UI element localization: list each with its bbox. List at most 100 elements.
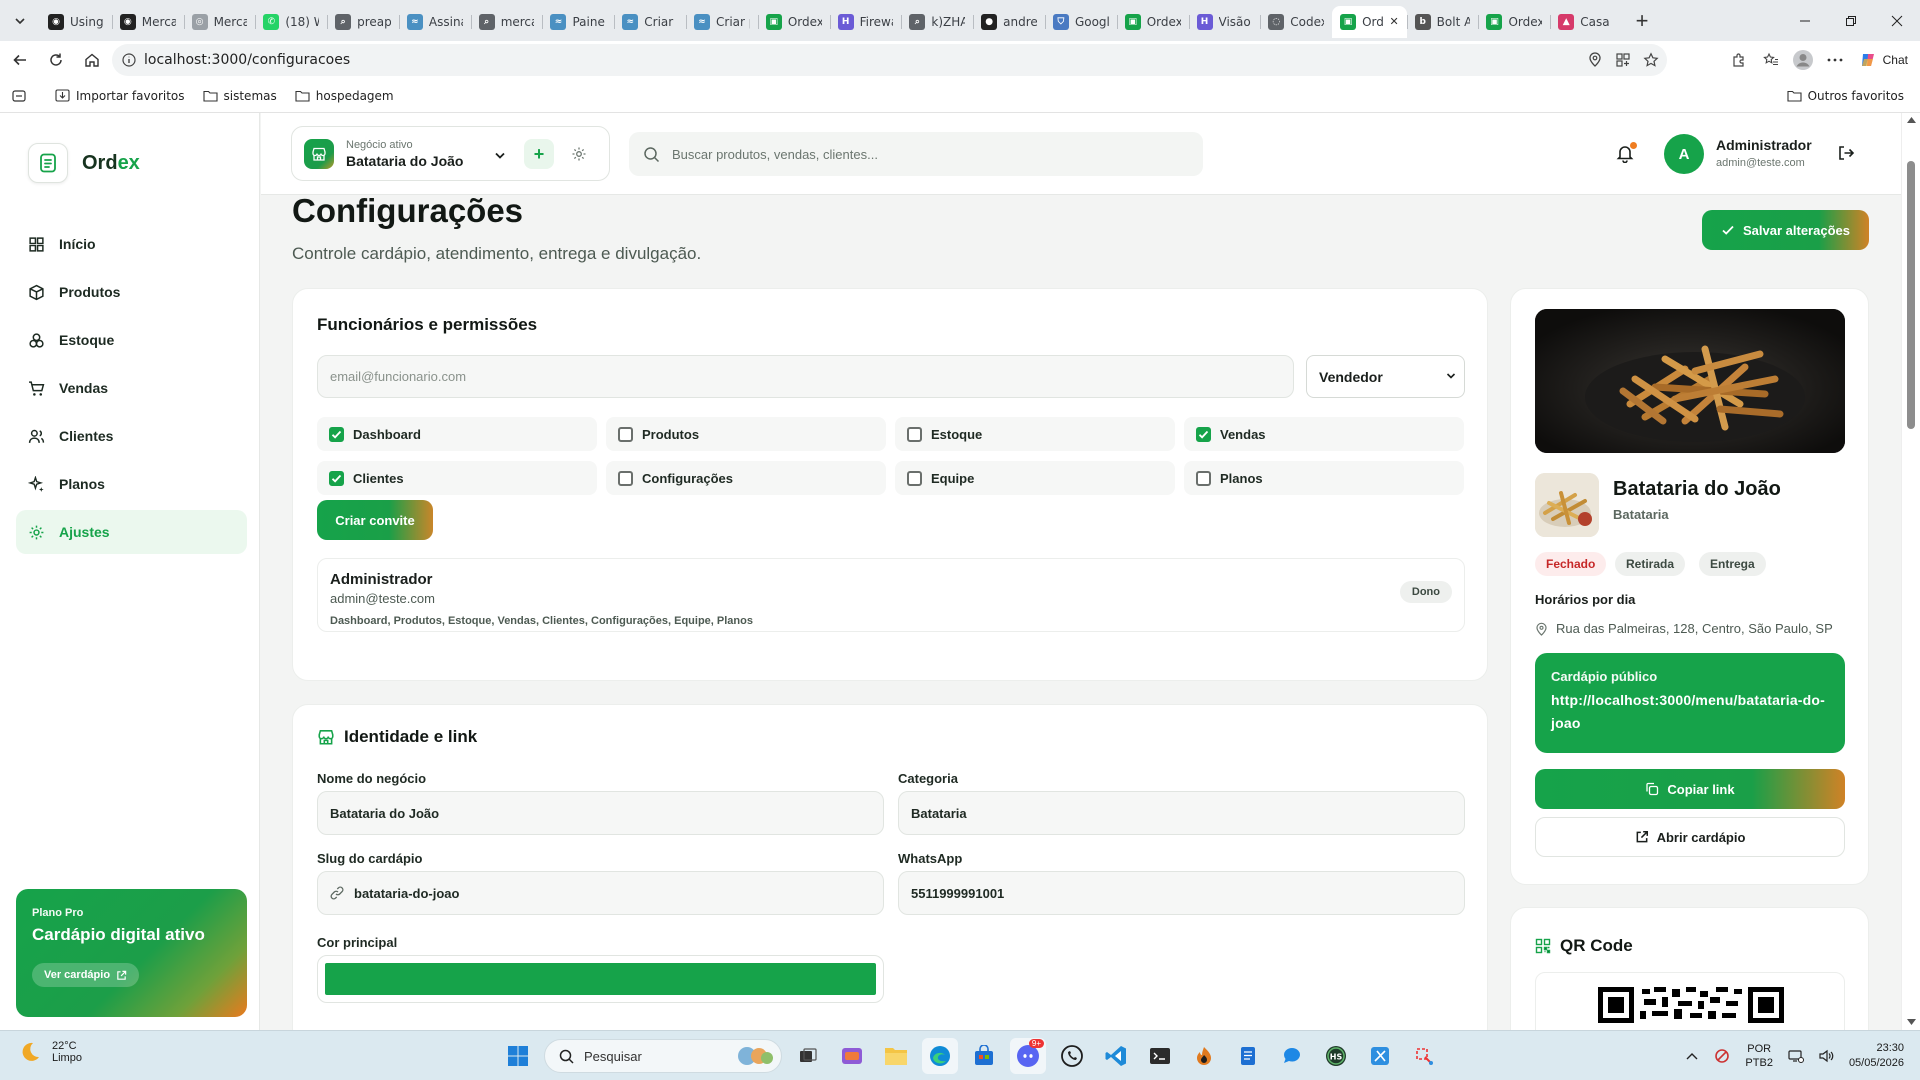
browser-tab[interactable]: ⌕ preapp bbox=[327, 6, 399, 38]
terminal-app[interactable] bbox=[1142, 1038, 1178, 1074]
home-button[interactable] bbox=[74, 44, 110, 76]
permission-checkbox[interactable]: Planos bbox=[1184, 461, 1464, 495]
edge-browser-app[interactable] bbox=[922, 1038, 958, 1074]
scroll-thumb[interactable] bbox=[1907, 161, 1915, 429]
permission-checkbox[interactable]: Configurações bbox=[606, 461, 886, 495]
favorite-item[interactable]: hospedagem bbox=[295, 89, 394, 103]
save-changes-button[interactable]: Salvar alterações bbox=[1702, 210, 1869, 250]
reload-button[interactable] bbox=[38, 44, 74, 76]
vscode-app[interactable] bbox=[1098, 1038, 1134, 1074]
task-view-button[interactable] bbox=[790, 1038, 826, 1074]
browser-tab[interactable]: ◉ Using C bbox=[40, 6, 112, 38]
checkbox-checked-icon[interactable] bbox=[329, 470, 344, 486]
browser-tab[interactable]: ≈ Criar pl bbox=[686, 6, 758, 38]
permission-checkbox[interactable]: Produtos bbox=[606, 417, 886, 451]
store-app[interactable] bbox=[966, 1038, 1002, 1074]
volume-control[interactable] bbox=[1811, 1049, 1841, 1063]
chat-bubble-app[interactable] bbox=[1274, 1038, 1310, 1074]
input-language[interactable]: POR PTB2 bbox=[1745, 1042, 1773, 1070]
app-shortcut-orange[interactable] bbox=[1186, 1038, 1222, 1074]
browser-tab[interactable]: ⌕ mercad bbox=[470, 6, 543, 38]
close-tab-icon[interactable]: ✕ bbox=[1389, 15, 1398, 28]
permission-checkbox[interactable]: Estoque bbox=[895, 417, 1175, 451]
scroll-up-arrow-icon[interactable] bbox=[1907, 117, 1916, 123]
sidebar-item-vendas[interactable]: Vendas bbox=[16, 366, 247, 410]
browser-tab[interactable]: ◉ Mercad bbox=[111, 6, 184, 38]
browser-tab[interactable]: ◎ Mercad bbox=[183, 6, 256, 38]
whatsapp-app[interactable] bbox=[1054, 1038, 1090, 1074]
browser-tab[interactable]: ▣ Ord ✕ bbox=[1332, 5, 1407, 38]
location-icon[interactable] bbox=[1587, 52, 1603, 68]
browser-tab[interactable]: ≈ Painel d bbox=[542, 6, 614, 38]
show-hidden-icons-button[interactable] bbox=[1677, 1052, 1707, 1060]
employee-role-select[interactable]: Vendedor bbox=[1306, 355, 1465, 398]
add-business-button[interactable]: + bbox=[524, 139, 554, 169]
global-search-input[interactable]: Buscar produtos, vendas, clientes... bbox=[629, 132, 1203, 176]
scroll-down-arrow-icon[interactable] bbox=[1907, 1019, 1916, 1025]
sidebar-item-clientes[interactable]: Clientes bbox=[16, 414, 247, 458]
back-button[interactable] bbox=[2, 44, 38, 76]
snipping-tool-app[interactable] bbox=[1362, 1038, 1398, 1074]
create-invite-button[interactable]: Criar convite bbox=[317, 500, 433, 540]
permission-checkbox[interactable]: Vendas bbox=[1184, 417, 1464, 451]
favorite-item[interactable]: sistemas bbox=[202, 89, 277, 103]
start-button[interactable] bbox=[500, 1038, 536, 1074]
permission-checkbox[interactable]: Clientes bbox=[317, 461, 597, 495]
more-menu-button[interactable] bbox=[1819, 44, 1851, 76]
tab-actions-menu-button[interactable] bbox=[0, 0, 40, 41]
employee-email-input[interactable]: email@funcionario.com bbox=[317, 355, 1294, 398]
page-scrollbar[interactable] bbox=[1901, 113, 1920, 1030]
brand-logo[interactable]: Ordex bbox=[28, 143, 140, 183]
system-clock[interactable]: 23:30 05/05/2026 bbox=[1849, 1041, 1904, 1071]
sidebar-item-produtos[interactable]: Produtos bbox=[16, 270, 247, 314]
tray-app-icon[interactable] bbox=[1707, 1048, 1737, 1064]
logout-button[interactable] bbox=[1837, 144, 1855, 162]
browser-tab[interactable]: ⛉ Google bbox=[1044, 6, 1117, 38]
view-menu-button[interactable]: Ver cardápio bbox=[32, 963, 140, 987]
paint-app[interactable] bbox=[1406, 1038, 1442, 1074]
notifications-button[interactable] bbox=[1615, 142, 1637, 163]
business-name-field[interactable]: Batataria do João bbox=[317, 791, 884, 835]
discord-app[interactable]: 9+ bbox=[1010, 1038, 1046, 1074]
favorites-button[interactable] bbox=[1755, 44, 1787, 76]
sidebar-item-ajustes[interactable]: Ajustes bbox=[16, 510, 247, 554]
favorite-item[interactable]: Importar favoritos bbox=[55, 89, 185, 103]
apps-icon[interactable] bbox=[1615, 52, 1631, 68]
whatsapp-field[interactable]: 5511999991001 bbox=[898, 871, 1465, 915]
browser-tab[interactable]: H Visão g bbox=[1188, 6, 1261, 38]
star-icon[interactable] bbox=[1643, 52, 1659, 68]
sidebar-item-inicio[interactable]: Início bbox=[16, 222, 247, 266]
restore-button[interactable] bbox=[1828, 0, 1874, 41]
browser-tab[interactable]: ✆ (18) Wh bbox=[255, 6, 327, 38]
browser-tab[interactable]: ▣ Ordex | bbox=[757, 6, 830, 38]
sidebar-item-planos[interactable]: Planos bbox=[16, 462, 247, 506]
checkbox-unchecked-icon[interactable] bbox=[907, 426, 922, 442]
browser-tab[interactable]: H Firewall bbox=[829, 6, 902, 38]
checkbox-unchecked-icon[interactable] bbox=[907, 470, 922, 486]
minimize-button[interactable] bbox=[1782, 0, 1828, 41]
checkbox-checked-icon[interactable] bbox=[1196, 426, 1211, 442]
primary-color-picker[interactable] bbox=[317, 955, 884, 1003]
profile-button[interactable] bbox=[1787, 44, 1819, 76]
url-field[interactable]: localhost:3000/configuracoes bbox=[112, 44, 1667, 76]
copilot-chat-button[interactable]: Chat bbox=[1851, 51, 1920, 69]
file-explorer-app[interactable] bbox=[878, 1038, 914, 1074]
network-status[interactable] bbox=[1781, 1049, 1811, 1063]
permission-checkbox[interactable]: Equipe bbox=[895, 461, 1175, 495]
checkbox-unchecked-icon[interactable] bbox=[1196, 470, 1211, 486]
copy-link-button[interactable]: Copiar link bbox=[1535, 769, 1845, 809]
browser-tab[interactable]: ▲ Casa | A bbox=[1550, 6, 1622, 38]
open-menu-button[interactable]: Abrir cardápio bbox=[1535, 817, 1845, 857]
new-tab-button[interactable]: + bbox=[1622, 5, 1662, 37]
widgets-app[interactable] bbox=[834, 1038, 870, 1074]
user-avatar[interactable]: A bbox=[1664, 134, 1704, 174]
chevron-down-icon[interactable] bbox=[494, 151, 506, 160]
checkbox-unchecked-icon[interactable] bbox=[618, 470, 633, 486]
taskbar-search[interactable]: Pesquisar bbox=[544, 1039, 782, 1073]
business-switcher[interactable]: Negócio ativo Batataria do João + bbox=[291, 126, 610, 181]
category-field[interactable]: Batataria bbox=[898, 791, 1465, 835]
checkbox-unchecked-icon[interactable] bbox=[618, 426, 633, 442]
slug-field[interactable]: batataria-do-joao bbox=[317, 871, 884, 915]
browser-tab[interactable]: ◌ Codex bbox=[1260, 6, 1332, 38]
browser-tab[interactable]: ● andrelu bbox=[973, 6, 1045, 38]
